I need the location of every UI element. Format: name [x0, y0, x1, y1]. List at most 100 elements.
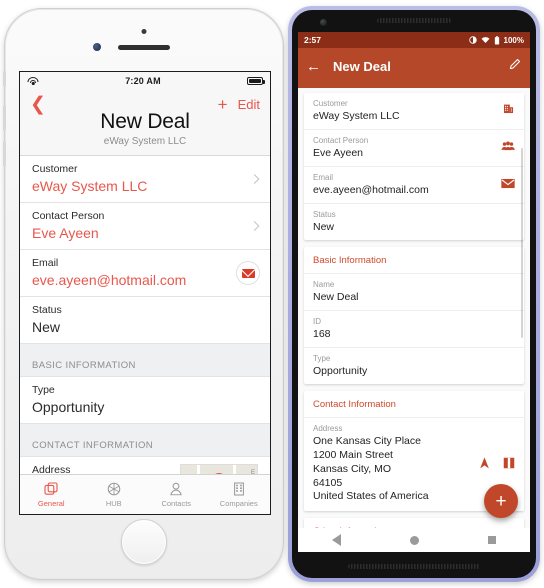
company-building-icon[interactable]: [502, 102, 515, 120]
edit-button[interactable]: Edit: [238, 97, 260, 112]
screenshot-stage: 7:20 AM ❮ + Edit New Deal eWay System LL…: [0, 0, 544, 588]
card-title: Basic Information: [304, 247, 524, 274]
android-device: 2:57 100% ← New Deal Customer eWay Syste…: [288, 6, 540, 582]
copy-icon: [44, 482, 58, 495]
android-screen: 2:57 100% ← New Deal Customer eWay Syste…: [298, 32, 530, 552]
tab-label: General: [37, 499, 65, 508]
field-label: Contact Person: [313, 136, 369, 145]
field-value: New: [32, 319, 61, 335]
field-label: Address: [313, 424, 343, 433]
do-not-disturb-icon: [468, 36, 477, 44]
ios-detail-list[interactable]: Customer eWay System LLC Contact Person …: [20, 156, 270, 486]
email-envelope-icon: [241, 268, 255, 278]
list-item-type: Type Opportunity: [20, 377, 270, 424]
field-value: Eve Ayeen: [313, 147, 364, 159]
battery-icon: [247, 77, 265, 85]
field-value: Eve Ayeen: [32, 225, 99, 241]
field-value: New: [313, 221, 335, 233]
page-title: New Deal: [333, 58, 391, 74]
field-label: ID: [313, 317, 321, 326]
list-item-type: Type Opportunity: [304, 348, 524, 384]
email-envelope-icon[interactable]: [501, 176, 515, 194]
tab-label: Contacts: [161, 499, 192, 508]
field-value: 168: [313, 328, 331, 340]
tab-companies[interactable]: Companies: [208, 475, 271, 514]
wifi-icon: [27, 76, 39, 86]
map-folded-icon[interactable]: [503, 456, 515, 474]
card-basic-information: Basic Information Name New Deal ID 168 T…: [304, 247, 524, 384]
arrow-back-icon[interactable]: ←: [306, 59, 321, 74]
android-status-time: 2:57: [304, 35, 322, 45]
field-value: Opportunity: [313, 365, 368, 377]
list-item-email[interactable]: Email eve.ayeen@hotmail.com: [20, 250, 270, 297]
vertical-scrollbar[interactable]: [521, 148, 523, 338]
tab-label: HUB: [105, 499, 122, 508]
section-header-basic-information: BASIC INFORMATION: [20, 344, 270, 377]
android-content-scroll[interactable]: Customer eWay System LLC Contact Person …: [298, 88, 530, 528]
list-item-email[interactable]: Email eve.ayeen@hotmail.com: [304, 167, 524, 204]
nav-back-triangle-icon[interactable]: [332, 534, 342, 546]
tab-general[interactable]: General: [20, 475, 83, 514]
list-item-contact-person[interactable]: Contact Person Eve Ayeen: [20, 203, 270, 250]
list-item-contact-person[interactable]: Contact Person Eve Ayeen: [304, 130, 524, 167]
iphone-front-camera: [141, 29, 147, 34]
ios-tab-bar[interactable]: General HUB Contacts Companies: [20, 474, 270, 514]
list-item-customer[interactable]: Customer eWay System LLC: [20, 156, 270, 203]
page-subtitle: eWay System LLC: [103, 136, 187, 147]
tab-contacts[interactable]: Contacts: [145, 475, 208, 514]
iphone-mute-switch: [3, 71, 6, 87]
field-label: Customer: [313, 99, 348, 108]
nav-recents-square-icon[interactable]: [487, 536, 496, 544]
card-summary: Customer eWay System LLC Contact Person …: [304, 93, 524, 240]
field-label: Customer: [32, 163, 78, 175]
field-label: Email: [313, 173, 334, 182]
field-value: eWay System LLC: [313, 110, 400, 122]
ios-navigation-bar: ❮ + Edit New Deal eWay System LLC: [20, 90, 270, 156]
iphone-earpiece-speaker: [118, 45, 170, 50]
ios-status-bar: 7:20 AM: [20, 72, 270, 90]
nav-home-circle-icon[interactable]: [409, 535, 419, 545]
field-label: Email: [32, 257, 59, 269]
iphone-proximity-sensor: [93, 43, 101, 51]
list-item-customer[interactable]: Customer eWay System LLC: [304, 93, 524, 130]
hub-wheel-icon: [107, 482, 121, 496]
android-earpiece-speaker: [377, 18, 451, 23]
field-value: eWay System LLC: [32, 178, 148, 194]
iphone-device: 7:20 AM ❮ + Edit New Deal eWay System LL…: [3, 8, 284, 580]
field-label: Type: [32, 384, 55, 396]
android-bezel: 2:57 100% ← New Deal Customer eWay Syste…: [292, 10, 536, 578]
iphone-home-button[interactable]: [121, 519, 167, 565]
iphone-screen: 7:20 AM ❮ + Edit New Deal eWay System LL…: [19, 71, 271, 515]
field-value: New Deal: [313, 291, 359, 303]
list-item-id: ID 168: [304, 311, 524, 348]
field-label: Status: [32, 304, 62, 316]
iphone-volume-down-button: [3, 141, 6, 167]
building-icon: [233, 482, 244, 496]
card-other-information: Other Information: [304, 518, 524, 528]
card-title: Contact Information: [304, 391, 524, 418]
person-icon: [170, 482, 182, 496]
add-button[interactable]: +: [218, 96, 228, 113]
tab-hub[interactable]: HUB: [83, 475, 146, 514]
edit-button[interactable]: [508, 57, 522, 76]
field-value: eve.ayeen@hotmail.com: [32, 272, 187, 288]
android-navigation-bar[interactable]: [298, 528, 530, 552]
pencil-edit-icon: [509, 58, 521, 69]
android-bottom-speaker: [348, 564, 480, 569]
navigate-arrow-icon[interactable]: [479, 456, 490, 474]
field-label: Name: [313, 280, 335, 289]
send-email-button[interactable]: [236, 261, 260, 285]
ios-status-time: 7:20 AM: [125, 76, 161, 86]
add-fab-button[interactable]: +: [484, 484, 518, 518]
list-item-status: Status New: [304, 204, 524, 240]
tab-label: Companies: [219, 499, 258, 508]
battery-icon: [494, 35, 499, 44]
page-title: New Deal: [100, 110, 190, 133]
android-front-camera: [320, 19, 327, 26]
field-label: Type: [313, 354, 331, 363]
field-value: eve.ayeen@hotmail.com: [313, 184, 429, 196]
field-label: Contact Person: [32, 210, 105, 222]
chevron-left-icon[interactable]: ❮: [30, 95, 46, 114]
people-group-icon[interactable]: [501, 139, 515, 157]
android-status-bar: 2:57 100%: [298, 32, 530, 48]
